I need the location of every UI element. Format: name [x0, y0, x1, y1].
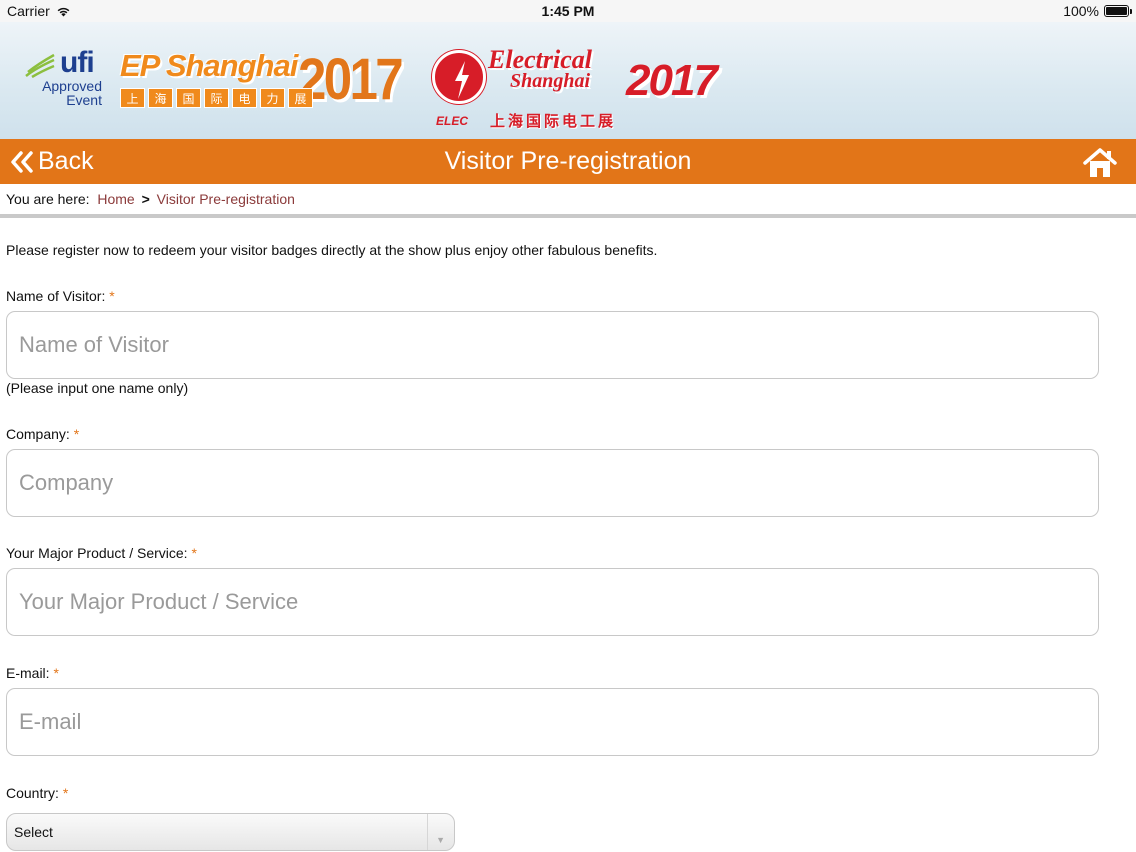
name-label-text: Name of Visitor:	[6, 288, 106, 304]
country-select[interactable]: Select ▼	[6, 813, 455, 851]
major-product-input[interactable]	[6, 568, 1099, 636]
ep-chinese-char: 电	[232, 88, 257, 108]
ufi-lines-icon	[25, 53, 55, 78]
elec-badge: ELEC	[436, 114, 469, 128]
ufi-subtitle: Approved Event	[30, 79, 102, 107]
nav-bar: Back Visitor Pre-registration	[0, 139, 1136, 184]
battery-icon	[1104, 5, 1132, 17]
breadcrumb-home-link[interactable]: Home	[97, 191, 134, 207]
required-mark: *	[62, 785, 69, 801]
email-input[interactable]	[6, 688, 1099, 756]
name-hint: (Please input one name only)	[6, 380, 189, 396]
company-label: Company: *	[6, 426, 79, 442]
ufi-approved-logo: ufi Approved Event	[24, 48, 106, 116]
status-time: 1:45 PM	[541, 3, 595, 19]
ufi-line1: Approved	[42, 78, 102, 94]
ep-shanghai-title: EP Shanghai	[120, 48, 298, 83]
electrical-shanghai-logo: Electrical Shanghai 2017 ELEC 上海国际电工展	[430, 45, 730, 138]
battery-percent: 100%	[1063, 3, 1099, 19]
name-of-visitor-input[interactable]	[6, 311, 1099, 379]
ep-shanghai-logo: EP Shanghai 2017 上海国际电力展	[120, 47, 404, 134]
ufi-mark: ufi	[24, 46, 95, 79]
intro-text: Please register now to redeem your visit…	[6, 242, 658, 258]
ep-chinese-char: 力	[260, 88, 285, 108]
country-selected-value: Select	[14, 824, 53, 840]
breadcrumb: You are here: Home > Visitor Pre-registr…	[0, 184, 1136, 214]
status-bar: Carrier 1:45 PM 100%	[0, 0, 1136, 22]
breadcrumb-separator: >	[141, 191, 150, 207]
required-mark: *	[109, 288, 115, 304]
ep-chinese-char: 展	[288, 88, 313, 108]
electrical-year: 2017	[626, 56, 718, 105]
required-mark: *	[53, 665, 59, 681]
product-label-text: Your Major Product / Service:	[6, 545, 188, 561]
ep-chinese-char: 上	[120, 88, 145, 108]
chevron-down-icon: ▼	[436, 835, 445, 845]
ep-shanghai-chinese: 上海国际电力展	[120, 88, 316, 108]
home-icon[interactable]	[1082, 147, 1118, 179]
required-mark: *	[191, 545, 197, 561]
electrical-chinese: 上海国际电工展	[490, 113, 617, 130]
status-right: 100%	[1063, 3, 1132, 19]
page-title: Visitor Pre-registration	[444, 147, 692, 175]
ufi-line2: Event	[66, 92, 102, 108]
required-mark: *	[73, 426, 80, 442]
header-banner: ufi Approved Event EP Shanghai 2017 上海国际…	[0, 22, 1136, 139]
company-label-text: Company:	[6, 426, 70, 442]
electrical-subtitle: Shanghai	[510, 70, 591, 92]
lightning-bolt-icon	[455, 61, 469, 99]
breadcrumb-divider	[0, 214, 1136, 218]
elec-circle-icon	[432, 50, 486, 104]
email-label: E-mail: *	[6, 665, 59, 681]
electrical-title: Electrical	[488, 45, 592, 74]
company-input[interactable]	[6, 449, 1099, 517]
breadcrumb-prefix: You are here:	[6, 191, 90, 207]
breadcrumb-current: Visitor Pre-registration	[156, 191, 295, 207]
ep-chinese-char: 海	[148, 88, 173, 108]
country-label: Country: *	[6, 785, 68, 801]
name-label: Name of Visitor: *	[6, 288, 115, 304]
battery-fill	[1106, 7, 1127, 15]
country-label-text: Country:	[6, 785, 59, 801]
ep-chinese-char: 际	[204, 88, 229, 108]
ufi-wordmark: ufi	[60, 46, 95, 79]
email-label-text: E-mail:	[6, 665, 50, 681]
ep-chinese-char: 国	[176, 88, 201, 108]
select-divider	[427, 814, 428, 850]
product-label: Your Major Product / Service: *	[6, 545, 197, 561]
